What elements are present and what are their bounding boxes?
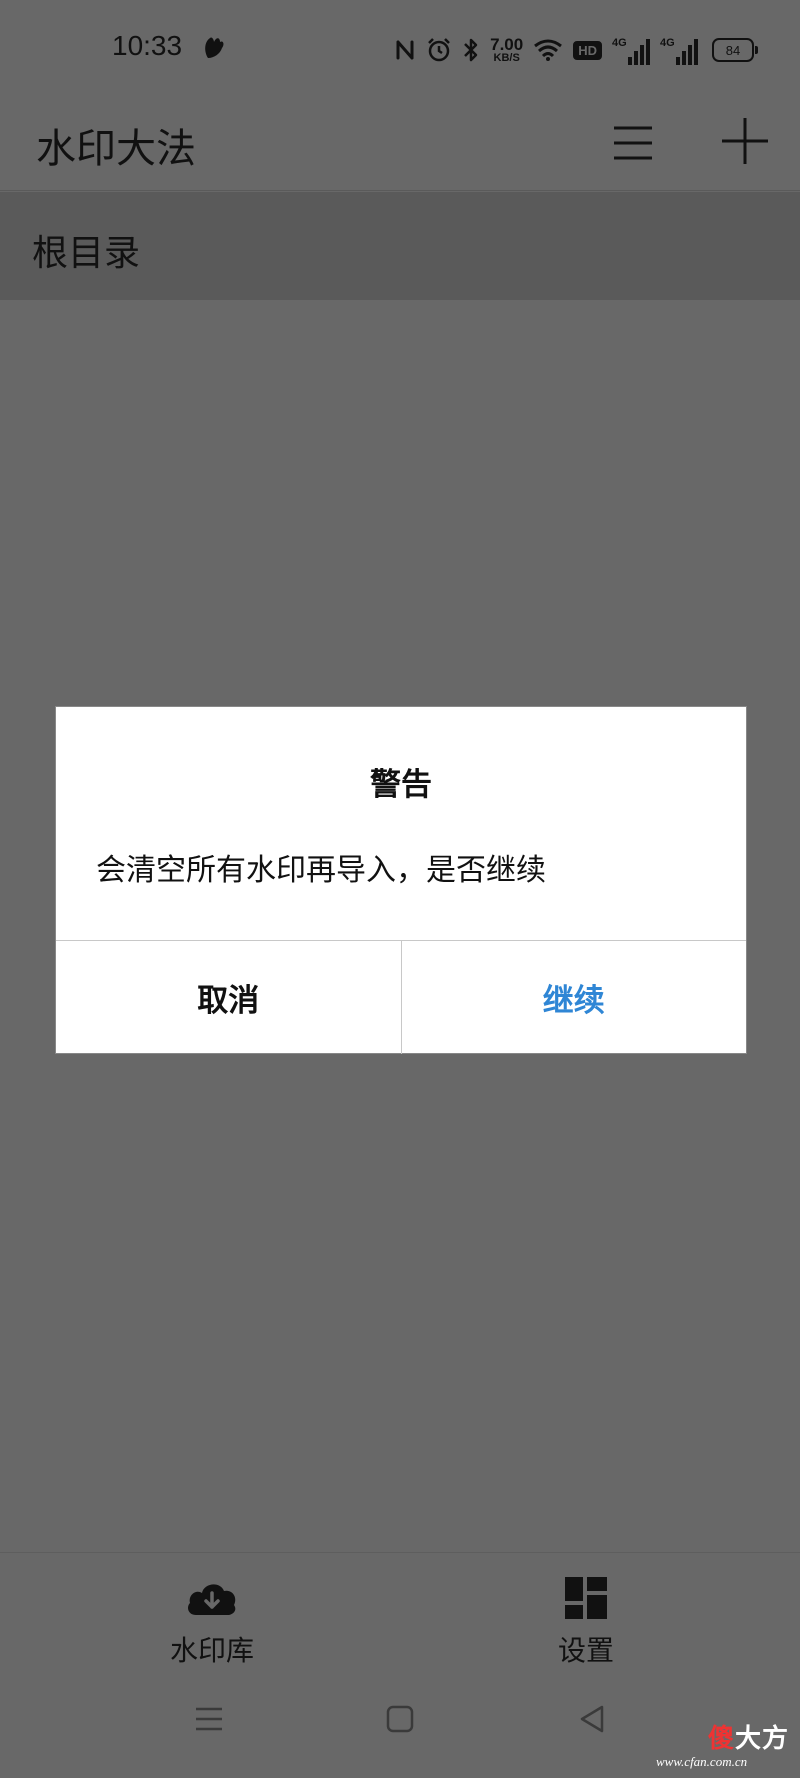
signal-label: 4G — [660, 37, 675, 49]
recents-icon — [196, 1707, 222, 1731]
continue-button[interactable]: 继续 — [402, 941, 747, 1054]
app-notification-icon — [202, 34, 226, 60]
dialog-message: 会清空所有水印再导入，是否继续 — [96, 853, 546, 888]
plus-icon — [722, 118, 768, 164]
wifi-icon — [533, 38, 563, 62]
recents-button[interactable] — [194, 1704, 224, 1738]
menu-icon — [614, 126, 652, 160]
watermark-site: www.cfan.com.cn — [656, 1754, 748, 1769]
cloud-download-icon — [184, 1577, 240, 1621]
battery-icon: 84 — [712, 38, 758, 62]
nav-label: 水印库 — [169, 1634, 254, 1667]
signal-icon: 4G — [612, 35, 650, 65]
cancel-button[interactable]: 取消 — [56, 941, 402, 1054]
status-bar: 10:33 7.00 KB/S HD 4G 4G 84 — [0, 0, 800, 98]
signal-icon: 4G — [660, 35, 698, 65]
watermark-logo-accent: 傻 — [708, 1724, 736, 1754]
breadcrumb-label: 根目录 — [32, 233, 141, 274]
back-button[interactable] — [578, 1704, 606, 1738]
status-time: 10:33 — [112, 30, 183, 61]
hd-icon: HD — [573, 40, 602, 60]
battery-level: 84 — [725, 42, 741, 58]
dashboard-icon — [565, 1577, 607, 1623]
net-speed: 7.00 KB/S — [490, 36, 523, 64]
nav-item-watermark-library[interactable]: 水印库 — [112, 1553, 312, 1675]
dialog-title: 警告 — [370, 767, 432, 803]
home-button[interactable] — [386, 1704, 414, 1738]
watermark-logo: 傻大方 — [708, 1718, 789, 1755]
status-icons: 7.00 KB/S HD 4G 4G 84 — [394, 30, 758, 70]
watermark-logo-text: 大方 — [735, 1724, 790, 1754]
nav-item-settings[interactable]: 设置 — [486, 1553, 686, 1675]
app-bar: 水印大法 — [0, 98, 800, 191]
signal-label: 4G — [612, 37, 627, 49]
net-speed-value: 7.00 — [490, 35, 524, 54]
back-icon — [580, 1705, 604, 1733]
dialog-actions: 取消 继续 — [56, 940, 746, 1054]
breadcrumb[interactable]: 根目录 — [0, 192, 800, 300]
warning-dialog: 警告 会清空所有水印再导入，是否继续 取消 继续 — [55, 706, 747, 1054]
net-speed-unit: KB/S — [493, 52, 520, 64]
app-title: 水印大法 — [36, 126, 196, 172]
nfc-icon — [394, 38, 416, 62]
menu-button[interactable] — [606, 116, 660, 170]
bottom-nav: 水印库 设置 — [0, 1552, 800, 1675]
publisher-watermark: 傻大方 www.cfan.com.cn — [656, 1718, 796, 1774]
alarm-icon — [426, 37, 452, 63]
home-icon — [386, 1705, 414, 1733]
add-button[interactable] — [716, 112, 774, 170]
nav-label: 设置 — [557, 1634, 614, 1667]
bluetooth-icon — [462, 37, 480, 63]
